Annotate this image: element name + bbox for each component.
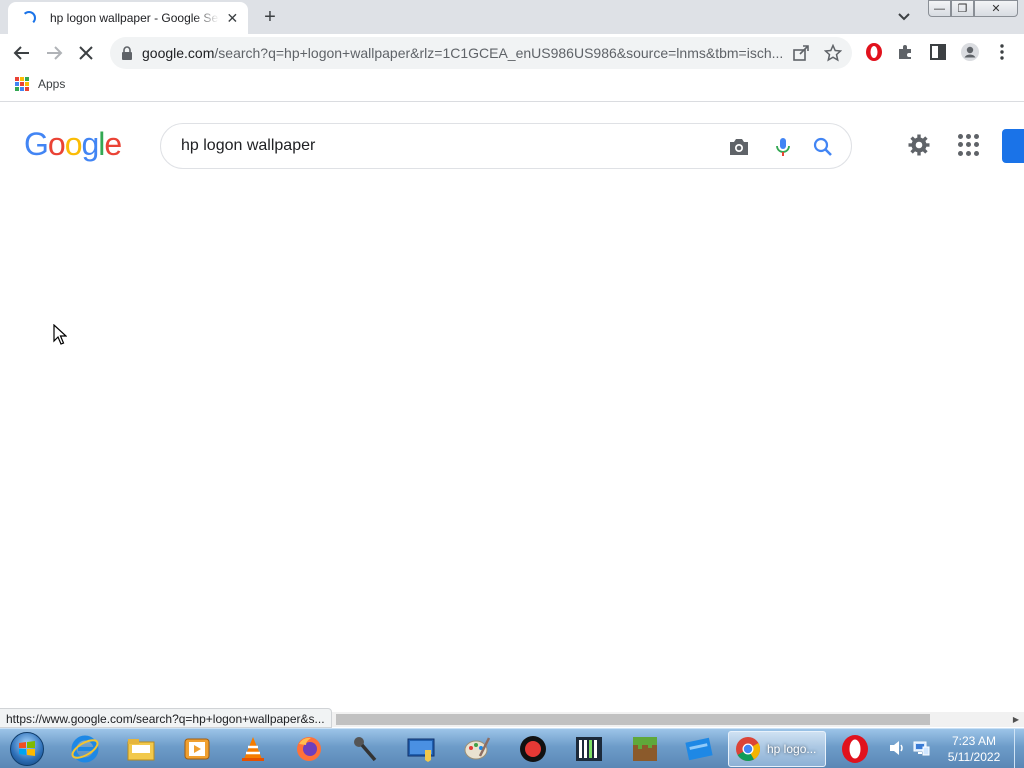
- profile-icon[interactable]: [960, 42, 980, 62]
- lock-icon[interactable]: [120, 46, 134, 60]
- internet-explorer-icon: [71, 735, 99, 763]
- tab-close-icon[interactable]: ✕: [225, 10, 240, 26]
- tab-title: hp logon wallpaper - Google Search: [50, 11, 219, 25]
- window-close-button[interactable]: ✕: [974, 0, 1018, 17]
- piano-icon: [576, 737, 602, 761]
- tab-active[interactable]: hp logon wallpaper - Google Search ✕: [8, 2, 248, 34]
- taskbar-chrome-active[interactable]: hp logo...: [728, 731, 826, 767]
- kebab-menu-icon[interactable]: [992, 42, 1012, 62]
- camera-icon[interactable]: [728, 136, 750, 158]
- mouse-cursor-icon: [53, 324, 67, 345]
- taskbar-vlc[interactable]: [232, 732, 274, 766]
- new-tab-button[interactable]: +: [258, 6, 282, 28]
- google-logo[interactable]: Google: [24, 126, 122, 163]
- network-icon[interactable]: [912, 739, 930, 757]
- app-window-icon: [685, 737, 713, 761]
- clock-time: 7:23 AM: [951, 734, 997, 748]
- browser-toolbar: google.com/search?q=hp+logon+wallpaper&r…: [0, 34, 1024, 72]
- taskbar-piano-app[interactable]: [568, 732, 610, 766]
- taskbar-microphone-app[interactable]: [344, 732, 386, 766]
- taskbar-firefox[interactable]: [288, 732, 330, 766]
- puzzle-icon[interactable]: [896, 42, 916, 62]
- logo-letter: o: [64, 126, 83, 162]
- bookmarks-bar: [0, 72, 1024, 102]
- share-icon[interactable]: [792, 44, 810, 62]
- back-icon: [13, 46, 29, 60]
- clock-date: 5/11/2022: [947, 750, 1001, 764]
- taskbar-minecraft[interactable]: [624, 732, 666, 766]
- windows-orb-icon: [10, 732, 44, 766]
- stop-loading-button[interactable]: [74, 41, 98, 65]
- logo-letter: G: [24, 126, 49, 162]
- taskbar-remote-desktop[interactable]: [400, 732, 442, 766]
- window-minimize-button[interactable]: —: [928, 0, 951, 17]
- firefox-icon: [297, 737, 321, 761]
- remote-desktop-icon: [407, 738, 435, 762]
- url-path: /search?q=hp+logon+wallpaper&rlz=1C1GCEA…: [214, 45, 784, 61]
- google-apps-icon[interactable]: [958, 134, 980, 156]
- screen: hp logon wallpaper - Google Search ✕ + —…: [0, 0, 1024, 768]
- taskbar-internet-explorer[interactable]: [64, 732, 106, 766]
- logo-letter: g: [81, 126, 99, 162]
- opera-icon: [842, 735, 868, 763]
- record-icon: [520, 736, 546, 762]
- forward-icon: [47, 46, 63, 60]
- vlc-icon: [242, 737, 264, 761]
- microphone-icon[interactable]: [772, 136, 794, 158]
- window-restore-button[interactable]: ❐: [951, 0, 974, 17]
- url-host: google.com: [142, 45, 215, 61]
- logo-letter: o: [47, 126, 66, 162]
- search-box[interactable]: hp logon wallpaper: [160, 123, 852, 169]
- tab-search-chevron-icon[interactable]: [894, 8, 914, 26]
- search-input[interactable]: hp logon wallpaper: [181, 137, 315, 155]
- tab-strip: hp logon wallpaper - Google Search ✕ + —…: [0, 0, 1024, 34]
- gear-icon[interactable]: [907, 133, 931, 157]
- side-panel-icon[interactable]: [928, 42, 948, 62]
- taskbar-file-explorer[interactable]: [120, 732, 162, 766]
- file-explorer-icon: [127, 739, 155, 761]
- search-icon[interactable]: [812, 136, 834, 158]
- back-button[interactable]: [10, 41, 34, 65]
- taskbar-app-window[interactable]: [678, 732, 720, 766]
- volume-icon[interactable]: [888, 739, 906, 757]
- star-icon[interactable]: [824, 44, 842, 62]
- taskbar-chrome-label: hp logo...: [767, 742, 817, 756]
- taskbar-opera[interactable]: [834, 732, 876, 766]
- chrome-icon: [736, 737, 761, 762]
- minecraft-icon: [633, 737, 657, 761]
- taskbar-media-player[interactable]: [176, 732, 218, 766]
- system-clock[interactable]: 7:23 AM 5/11/2022: [936, 733, 1012, 765]
- taskbar-recorder[interactable]: [512, 732, 554, 766]
- opera-extension-icon[interactable]: [864, 42, 884, 62]
- start-button[interactable]: [4, 731, 50, 767]
- show-desktop-button[interactable]: [1014, 729, 1024, 768]
- taskbar: hp logo... 7:23 AM 5/11/2022: [0, 728, 1024, 768]
- media-player-icon: [184, 738, 210, 760]
- taskbar-paint[interactable]: [456, 732, 498, 766]
- forward-button[interactable]: [42, 41, 66, 65]
- loading-spinner-icon: [22, 11, 36, 25]
- sign-in-button[interactable]: [1002, 129, 1024, 163]
- address-bar[interactable]: google.com/search?q=hp+logon+wallpaper&r…: [110, 37, 852, 69]
- microphone-app-icon: [354, 737, 377, 762]
- bookmark-apps[interactable]: Apps: [38, 77, 65, 91]
- url-text[interactable]: google.com/search?q=hp+logon+wallpaper&r…: [142, 45, 787, 61]
- scrollbar-thumb[interactable]: [336, 714, 930, 725]
- paint-icon: [464, 737, 491, 760]
- apps-grid-icon[interactable]: [15, 77, 29, 91]
- scroll-right-icon[interactable]: ▶: [1011, 714, 1021, 725]
- logo-letter: e: [104, 126, 122, 162]
- stop-loading-icon: [79, 46, 93, 60]
- link-status-bubble: https://www.google.com/search?q=hp+logon…: [0, 708, 332, 728]
